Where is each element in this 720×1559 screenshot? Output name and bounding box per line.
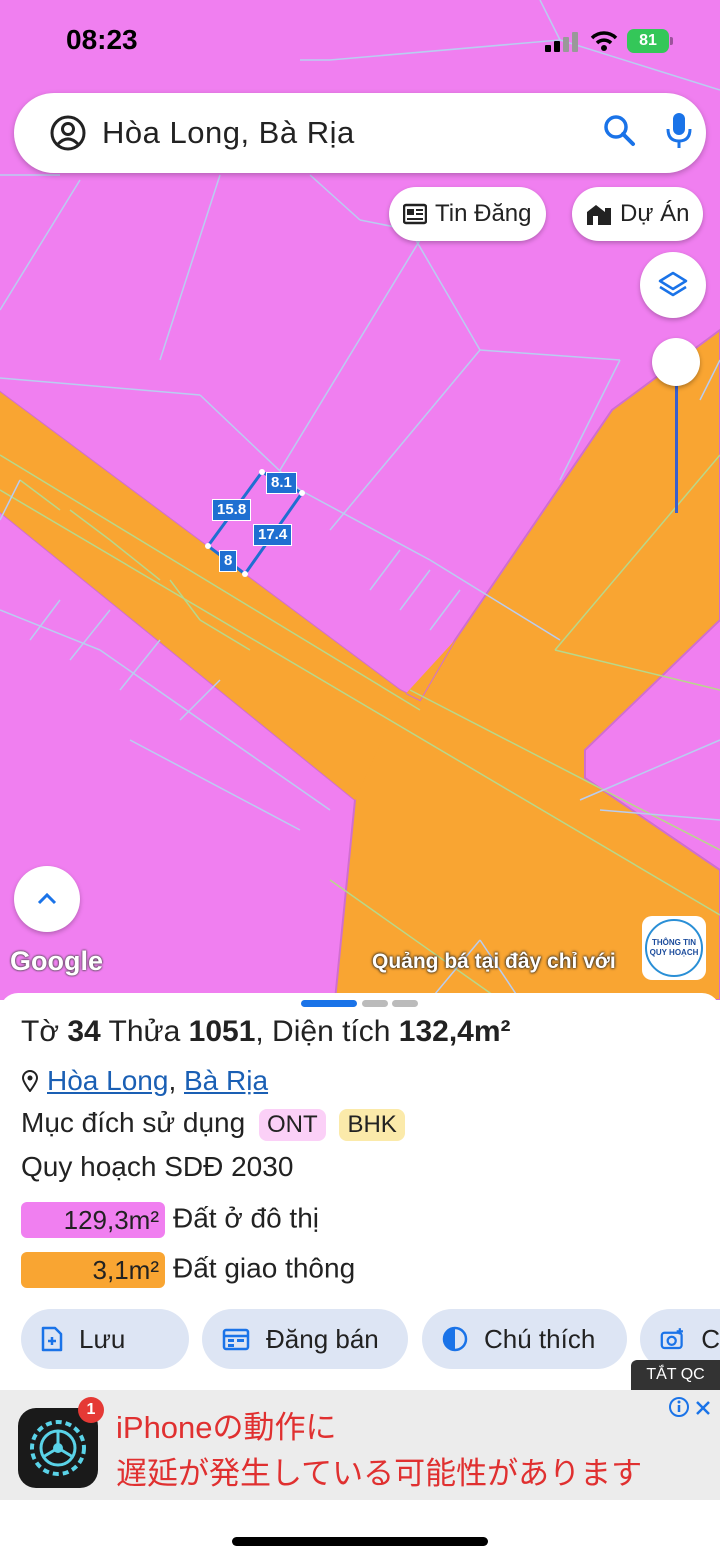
- info-icon[interactable]: [668, 1396, 690, 1418]
- plan-item-residential: 129,3m² Đất ở đô thị: [21, 1202, 319, 1238]
- post-for-sale-button[interactable]: Đăng bán: [202, 1309, 408, 1369]
- battery-indicator: 81: [627, 29, 673, 53]
- search-bar[interactable]: Hòa Long, Bà Rịa: [14, 93, 706, 173]
- clock: 08:23: [66, 24, 138, 55]
- measure-left: 15.8: [212, 499, 252, 521]
- promo-text: Quảng bá tại đây chỉ với: [372, 950, 616, 973]
- zoom-slider-knob[interactable]: [652, 338, 700, 386]
- logo-line1: THÔNG TIN: [652, 938, 696, 947]
- parcel-title: Tờ 34 Thửa 1051, Diện tích 132,4m²: [21, 1015, 511, 1048]
- ad-choices[interactable]: [668, 1396, 712, 1418]
- listings-chip-label: Tin Đăng: [435, 200, 532, 227]
- usage-tag-ont: ONT: [258, 1108, 326, 1141]
- add-photo-icon: [660, 1328, 683, 1350]
- expand-up-button[interactable]: [14, 866, 80, 932]
- usage-tag-bhk: BHK: [339, 1108, 405, 1141]
- parcel-location: Hòa Long, Bà Rịa: [21, 1065, 268, 1097]
- search-input[interactable]: Hòa Long, Bà Rịa: [102, 115, 355, 151]
- microphone-icon[interactable]: [664, 111, 694, 151]
- logo-line2: QUY HOẠCH: [649, 948, 699, 957]
- save-button[interactable]: Lưu: [21, 1309, 189, 1369]
- building-icon: [587, 205, 611, 225]
- ad-banner[interactable]: 1 iPhoneの動作に 遅延が発生している可能性があります: [0, 1390, 720, 1500]
- plan-item-road: 3,1m² Đất giao thông: [21, 1252, 355, 1288]
- projects-chip[interactable]: Dự Án: [572, 187, 704, 241]
- zoom-slider-track[interactable]: [675, 365, 678, 513]
- sheet-page-indicator[interactable]: [301, 1000, 357, 1007]
- plan-label: Quy hoạch SDĐ 2030: [21, 1151, 294, 1182]
- calendar-icon: [222, 1328, 250, 1351]
- home-indicator[interactable]: [232, 1537, 488, 1546]
- status-bar: 08:23 81: [0, 0, 720, 80]
- close-icon[interactable]: [694, 1396, 712, 1418]
- app-screen: 8.1 15.8 17.4 8 Google Quảng bá tại đây …: [0, 0, 720, 1559]
- layers-icon: [658, 271, 688, 297]
- close-ad-button[interactable]: TẮT QC: [631, 1360, 720, 1390]
- measure-right: 17.4: [253, 524, 293, 546]
- newspaper-icon: [403, 203, 427, 225]
- measure-bottom: 8: [219, 550, 238, 572]
- battery-level: 81: [627, 29, 669, 53]
- cellular-signal-icon: [545, 32, 578, 52]
- measure-top: 8.1: [266, 472, 297, 494]
- contrast-icon: [442, 1326, 468, 1352]
- projects-chip-label: Dự Án: [620, 200, 690, 227]
- search-icon[interactable]: [602, 113, 636, 147]
- listings-chip[interactable]: Tin Đăng: [389, 187, 546, 241]
- account-icon[interactable]: [50, 115, 86, 151]
- add-document-icon: [41, 1326, 63, 1352]
- road-area-bar: 3,1m²: [21, 1252, 165, 1288]
- google-attribution: Google: [10, 946, 103, 976]
- ad-body: 遅延が発生している可能性があります: [116, 1456, 643, 1491]
- usage-row: Mục đích sử dụng ONT BHK: [21, 1107, 405, 1141]
- ward-link[interactable]: Hòa Long: [47, 1065, 168, 1096]
- ad-headline: iPhoneの動作に: [116, 1410, 337, 1445]
- layers-button[interactable]: [640, 252, 706, 318]
- notification-badge: 1: [78, 1397, 104, 1423]
- chevron-up-icon: [37, 892, 57, 905]
- planning-info-logo[interactable]: THÔNG TIN QUY HOẠCH: [642, 916, 706, 980]
- location-pin-icon: [21, 1070, 39, 1093]
- gear-icon: [30, 1420, 86, 1476]
- city-link[interactable]: Bà Rịa: [184, 1065, 268, 1096]
- legend-button[interactable]: Chú thích: [422, 1309, 627, 1369]
- residential-area-bar: 129,3m²: [21, 1202, 165, 1238]
- wifi-icon: [590, 31, 618, 51]
